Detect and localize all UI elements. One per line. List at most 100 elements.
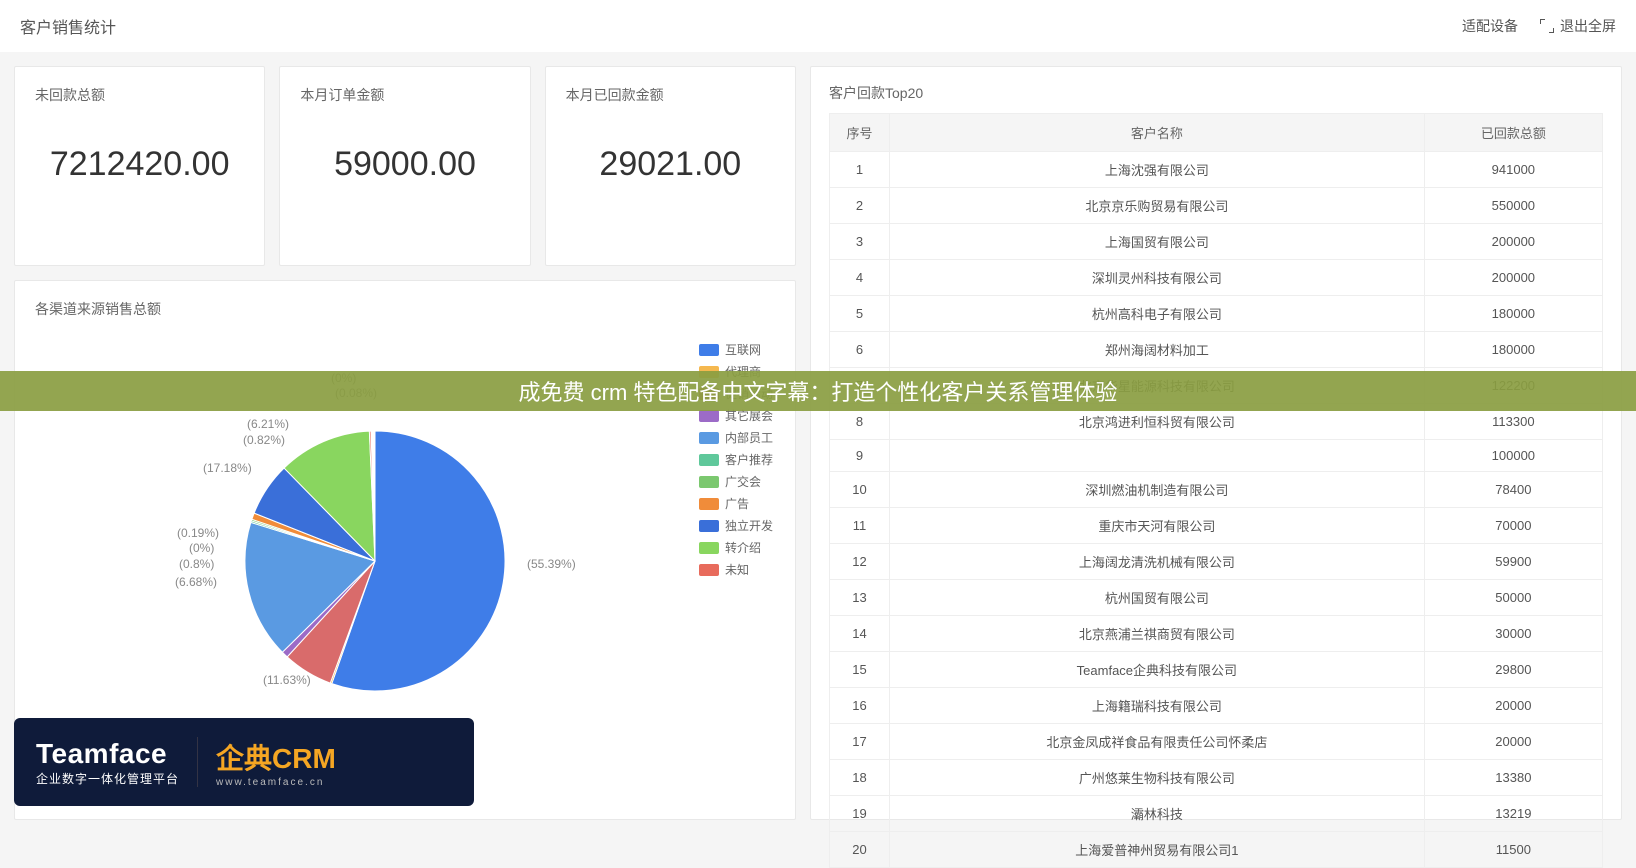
table-row[interactable]: 1上海沈强有限公司941000: [830, 152, 1603, 188]
table-header-row: 序号 客户名称 已回款总额: [830, 114, 1603, 152]
legend-swatch: [699, 476, 719, 488]
cell-name: 深圳燃油机制造有限公司: [890, 472, 1425, 508]
cell-amount: 550000: [1424, 188, 1602, 224]
stat-value: 59000.00: [300, 145, 509, 184]
stat-label: 本月订单金额: [300, 85, 509, 105]
legend-item[interactable]: 转介绍: [699, 539, 773, 556]
cell-idx: 17: [830, 724, 890, 760]
legend-item[interactable]: 未知: [699, 561, 773, 578]
cell-name: 北京燕浦兰祺商贸有限公司: [890, 616, 1425, 652]
cell-name: 上海国贸有限公司: [890, 224, 1425, 260]
adapt-device-button[interactable]: 适配设备: [1462, 16, 1518, 36]
logo-right: 企典CRM www.teamface.cn: [216, 737, 336, 788]
legend-swatch: [699, 454, 719, 466]
table-row[interactable]: 12上海阔龙清洗机械有限公司59900: [830, 544, 1603, 580]
exit-fullscreen-button[interactable]: 退出全屏: [1540, 16, 1616, 36]
cell-idx: 18: [830, 760, 890, 796]
legend-swatch: [699, 520, 719, 532]
chart-title: 各渠道来源销售总额: [35, 299, 775, 319]
header-actions: 适配设备 退出全屏: [1462, 16, 1616, 36]
pie-pct-label: (17.18%): [203, 461, 252, 475]
table-row[interactable]: 18广州悠莱生物科技有限公司13380: [830, 760, 1603, 796]
legend-item[interactable]: 独立开发: [699, 517, 773, 534]
table-row[interactable]: 6郑州海阔材料加工180000: [830, 332, 1603, 368]
table-row[interactable]: 15Teamface企典科技有限公司29800: [830, 652, 1603, 688]
legend-label: 独立开发: [725, 517, 773, 534]
col-customer-name[interactable]: 客户名称: [890, 114, 1425, 152]
logo-url: www.teamface.cn: [216, 777, 336, 788]
logo-left: Teamface 企业数字一体化管理平台: [36, 738, 179, 787]
pie-pct-label: (11.63%): [263, 673, 311, 687]
table-row[interactable]: 20上海爱普神州贸易有限公司111500: [830, 832, 1603, 868]
top20-table: 序号 客户名称 已回款总额 1上海沈强有限公司9410002北京京乐购贸易有限公…: [829, 113, 1603, 868]
table-row[interactable]: 14北京燕浦兰祺商贸有限公司30000: [830, 616, 1603, 652]
cell-idx: 20: [830, 832, 890, 868]
legend-swatch: [699, 498, 719, 510]
table-row[interactable]: 5杭州高科电子有限公司180000: [830, 296, 1603, 332]
cell-name: 北京金凤成祥食品有限责任公司怀柔店: [890, 724, 1425, 760]
stat-month-order-card: 本月订单金额 59000.00: [279, 66, 530, 266]
cell-name: Teamface企典科技有限公司: [890, 652, 1425, 688]
table-row[interactable]: 2北京京乐购贸易有限公司550000: [830, 188, 1603, 224]
legend-label: 互联网: [725, 341, 761, 358]
cell-amount: 59900: [1424, 544, 1602, 580]
legend-label: 转介绍: [725, 539, 761, 556]
cell-idx: 16: [830, 688, 890, 724]
legend-item[interactable]: 互联网: [699, 341, 773, 358]
cell-idx: 11: [830, 508, 890, 544]
cell-name: 广州悠莱生物科技有限公司: [890, 760, 1425, 796]
cell-amount: 29800: [1424, 652, 1602, 688]
logo-crm: 企典CRM: [216, 737, 336, 777]
cell-amount: 941000: [1424, 152, 1602, 188]
logo-subtitle: 企业数字一体化管理平台: [36, 770, 179, 787]
table-row[interactable]: 13杭州国贸有限公司50000: [830, 580, 1603, 616]
cell-idx: 9: [830, 440, 890, 472]
legend-item[interactable]: 客户推荐: [699, 451, 773, 468]
cell-name: 重庆市天河有限公司: [890, 508, 1425, 544]
table-row[interactable]: 10深圳燃油机制造有限公司78400: [830, 472, 1603, 508]
cell-amount: 13219: [1424, 796, 1602, 832]
table-row[interactable]: 9 100000: [830, 440, 1603, 472]
table-row[interactable]: 16上海籍瑞科技有限公司20000: [830, 688, 1603, 724]
pie-pct-label: (0%): [189, 541, 214, 555]
cell-amount: 13380: [1424, 760, 1602, 796]
cell-name: 郑州海阔材料加工: [890, 332, 1425, 368]
col-index[interactable]: 序号: [830, 114, 890, 152]
adapt-device-label: 适配设备: [1462, 16, 1518, 36]
table-row[interactable]: 11重庆市天河有限公司70000: [830, 508, 1603, 544]
pie-pct-label: (55.39%): [527, 557, 576, 571]
table-row[interactable]: 17北京金凤成祥食品有限责任公司怀柔店20000: [830, 724, 1603, 760]
cell-name: 灞林科技: [890, 796, 1425, 832]
right-column: 客户回款Top20 序号 客户名称 已回款总额 1上海沈强有限公司9410002…: [810, 66, 1622, 820]
cell-amount: 200000: [1424, 260, 1602, 296]
legend-item[interactable]: 广交会: [699, 473, 773, 490]
table-row[interactable]: 4深圳灵州科技有限公司200000: [830, 260, 1603, 296]
legend-swatch: [699, 410, 719, 422]
legend-swatch: [699, 542, 719, 554]
legend-swatch: [699, 344, 719, 356]
cell-idx: 12: [830, 544, 890, 580]
table-row[interactable]: 3上海国贸有限公司200000: [830, 224, 1603, 260]
stat-label: 本月已回款金额: [566, 85, 775, 105]
logo-divider: [197, 737, 198, 787]
legend-label: 广交会: [725, 473, 761, 490]
cell-idx: 13: [830, 580, 890, 616]
legend-swatch: [699, 432, 719, 444]
table-row[interactable]: 19灞林科技13219: [830, 796, 1603, 832]
cell-amount: 100000: [1424, 440, 1602, 472]
cell-amount: 78400: [1424, 472, 1602, 508]
pie-pct-label: (6.21%): [247, 417, 289, 431]
cell-name: 深圳灵州科技有限公司: [890, 260, 1425, 296]
logo-badge: Teamface 企业数字一体化管理平台 企典CRM www.teamface.…: [14, 718, 474, 806]
legend-item[interactable]: 内部员工: [699, 429, 773, 446]
cell-name: 杭州高科电子有限公司: [890, 296, 1425, 332]
pie-pct-label: (6.68%): [175, 575, 217, 589]
col-amount[interactable]: 已回款总额: [1424, 114, 1602, 152]
legend-label: 广告: [725, 495, 749, 512]
fullscreen-icon: [1540, 19, 1554, 33]
exit-fullscreen-label: 退出全屏: [1560, 16, 1616, 36]
main: 未回款总额 7212420.00 本月订单金额 59000.00 本月已回款金额…: [0, 52, 1636, 834]
cell-idx: 19: [830, 796, 890, 832]
left-column: 未回款总额 7212420.00 本月订单金额 59000.00 本月已回款金额…: [14, 66, 796, 820]
legend-item[interactable]: 广告: [699, 495, 773, 512]
